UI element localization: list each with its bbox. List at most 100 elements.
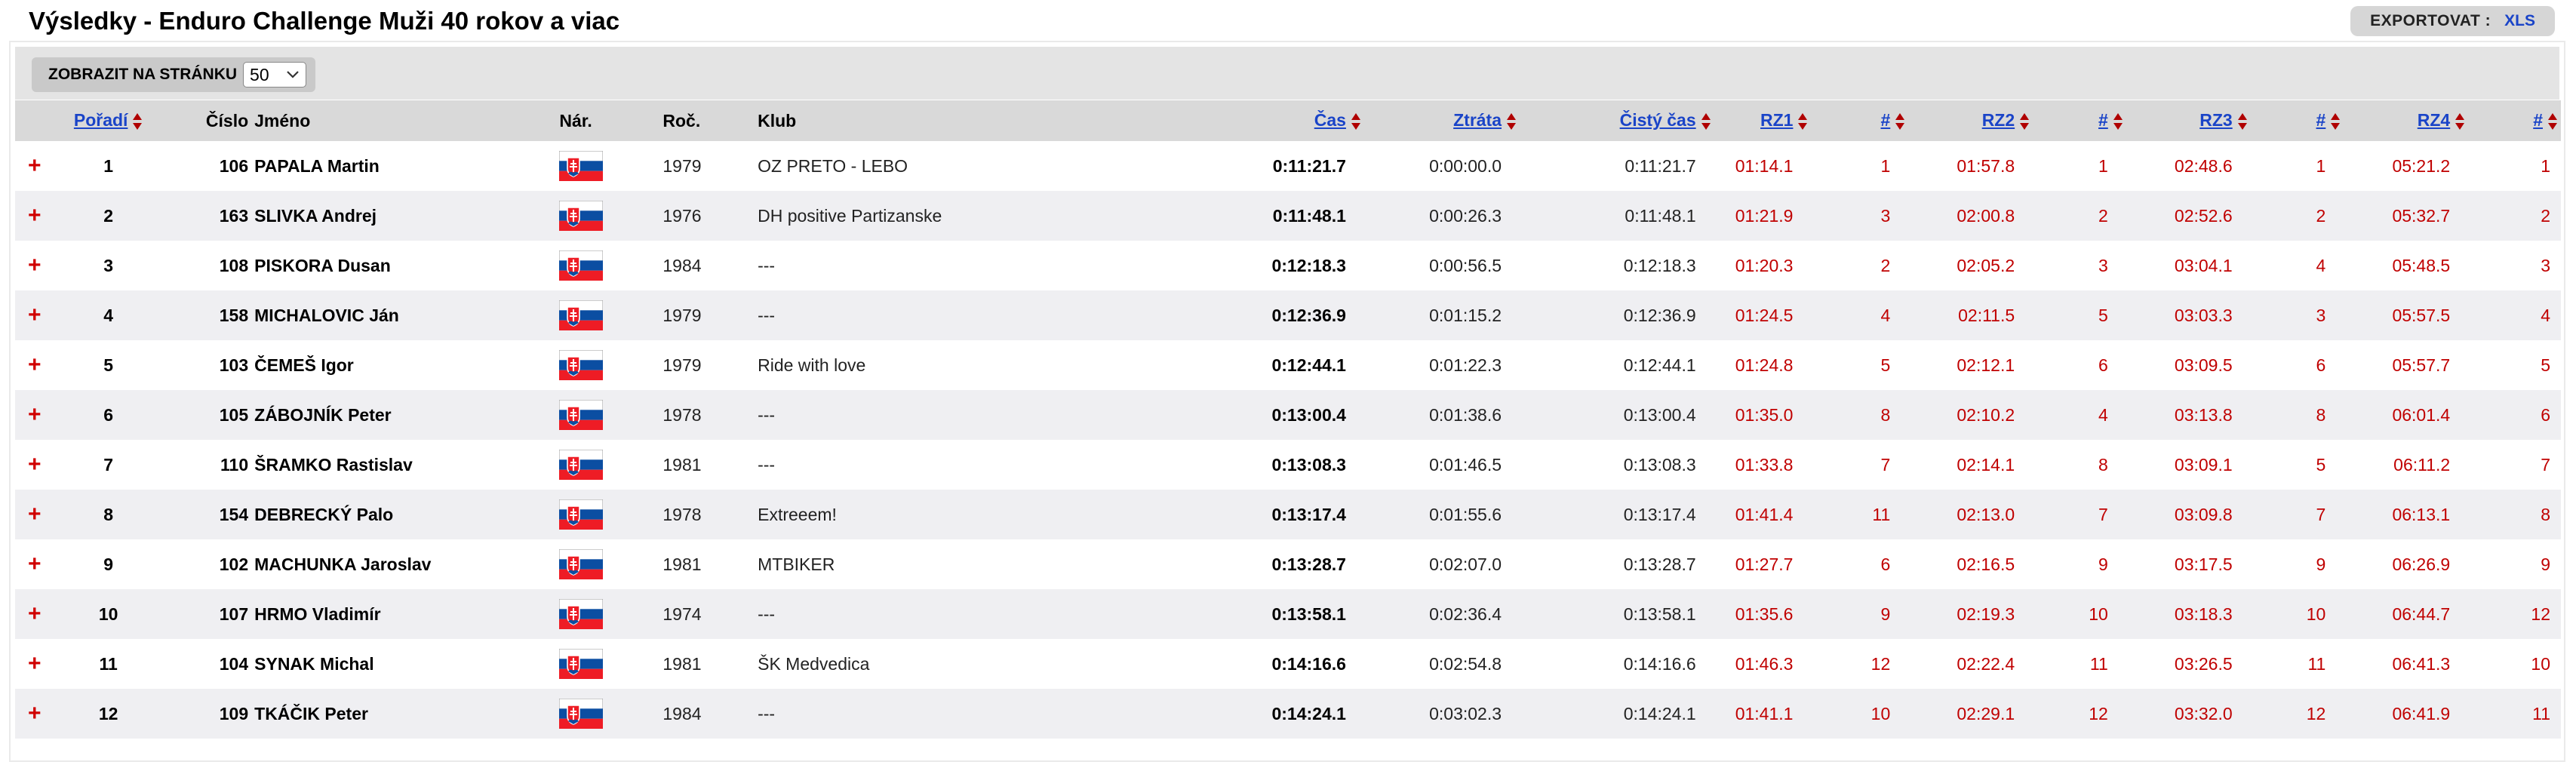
- header-rz3[interactable]: RZ3: [2126, 100, 2251, 141]
- header-jmeno: Jméno: [254, 110, 311, 131]
- export-xls-link[interactable]: XLS: [2504, 12, 2535, 30]
- club-cell: ---: [758, 255, 776, 275]
- expand-cell: +: [15, 490, 54, 539]
- expand-cell: +: [15, 639, 54, 689]
- stage2-rank-cell: 4: [2098, 404, 2108, 425]
- flag-icon: [559, 400, 604, 430]
- flag-icon: [559, 151, 604, 181]
- rider-name-cell: SYNAK Michal: [254, 653, 374, 674]
- sort-arrows-icon[interactable]: [132, 112, 143, 131]
- stage4-time-cell: 06:41.3: [2392, 653, 2451, 674]
- stage2-time-cell: 02:29.1: [1957, 703, 2015, 723]
- expand-row-button[interactable]: +: [28, 253, 41, 278]
- sort-link-n1[interactable]: #: [1880, 110, 1890, 130]
- page-size-select[interactable]: 50: [243, 62, 307, 88]
- expand-row-button[interactable]: +: [28, 452, 41, 477]
- sort-arrows-icon[interactable]: [1351, 112, 1361, 131]
- expand-row-button[interactable]: +: [28, 502, 41, 527]
- expand-row-button[interactable]: +: [28, 153, 41, 178]
- stage1-time-cell: 01:35.6: [1735, 604, 1794, 624]
- expand-row-button[interactable]: +: [28, 352, 41, 377]
- header-n3[interactable]: #: [2251, 100, 2344, 141]
- sort-link-ztrata[interactable]: Ztráta: [1453, 110, 1502, 130]
- header-rz4[interactable]: RZ4: [2344, 100, 2468, 141]
- stage2-rank-cell: 9: [2098, 554, 2108, 574]
- sort-link-cisty[interactable]: Čistý čas: [1620, 110, 1696, 130]
- stage2-time-cell: 02:22.4: [1957, 653, 2015, 674]
- table-row: +3 108 PISKORA Dusan 1984 --- 0:12:18.3 0:00:5…: [15, 241, 2561, 290]
- expand-cell: +: [15, 141, 54, 191]
- stage2-time-cell: 02:10.2: [1957, 404, 2015, 425]
- flag-icon: [559, 201, 604, 231]
- stage3-rank-cell: 8: [2316, 404, 2326, 425]
- expand-row-button[interactable]: +: [28, 551, 41, 576]
- header-poradi[interactable]: Pořadí: [54, 100, 163, 141]
- header-cisty[interactable]: Čistý čas: [1520, 100, 1714, 141]
- sort-link-n2[interactable]: #: [2098, 110, 2108, 130]
- sort-arrows-icon[interactable]: [2113, 112, 2123, 131]
- sort-arrows-icon[interactable]: [2019, 112, 2030, 131]
- sort-link-rz1[interactable]: RZ1: [1760, 110, 1793, 130]
- sort-arrows-icon[interactable]: [2237, 112, 2248, 131]
- rank-cell: 12: [98, 703, 118, 723]
- stage1-time-cell: 01:14.1: [1735, 155, 1794, 176]
- birth-year-cell: 1979: [662, 155, 702, 176]
- stage4-rank-cell: 5: [2541, 355, 2550, 375]
- header-ztrata[interactable]: Ztráta: [1364, 100, 1520, 141]
- sort-link-n3[interactable]: #: [2316, 110, 2326, 130]
- expand-cell: +: [15, 440, 54, 490]
- loss-cell: 0:03:02.3: [1429, 703, 1502, 723]
- stage3-rank-cell: 11: [2307, 653, 2326, 674]
- sort-link-rz4[interactable]: RZ4: [2418, 110, 2450, 130]
- header-n4[interactable]: #: [2468, 100, 2561, 141]
- stage2-time-cell: 02:11.5: [1958, 305, 2015, 325]
- header-cas[interactable]: Čas: [1193, 100, 1364, 141]
- stage2-time-cell: 02:00.8: [1957, 205, 2015, 226]
- expand-row-button[interactable]: +: [28, 303, 41, 327]
- header-rz2[interactable]: RZ2: [1908, 100, 2033, 141]
- sort-arrows-icon[interactable]: [1895, 112, 1905, 131]
- bib-number-cell: 103: [219, 355, 249, 375]
- sort-arrows-icon[interactable]: [2547, 112, 2558, 131]
- stage4-rank-cell: 11: [2532, 703, 2550, 723]
- stage3-time-cell: 03:09.5: [2174, 355, 2233, 375]
- header-n1[interactable]: #: [1811, 100, 1908, 141]
- header-rz1[interactable]: RZ1: [1714, 100, 1812, 141]
- rider-name-cell: ZÁBOJNÍK Peter: [254, 404, 392, 425]
- table-row: +12 109 TKÁČIK Peter 1984 --- 0:14:24.1 0:03:0…: [15, 689, 2561, 739]
- loss-cell: 0:01:46.5: [1429, 454, 1502, 475]
- club-cell: ---: [758, 305, 776, 325]
- sort-arrows-icon[interactable]: [2455, 112, 2465, 131]
- expand-row-button[interactable]: +: [28, 203, 41, 228]
- bib-number-cell: 108: [219, 255, 249, 275]
- expand-row-button[interactable]: +: [28, 601, 41, 626]
- sort-link-n4[interactable]: #: [2533, 110, 2543, 130]
- sort-arrows-icon[interactable]: [1506, 112, 1517, 131]
- sort-arrows-icon[interactable]: [2330, 112, 2341, 131]
- sort-link-rz2[interactable]: RZ2: [1982, 110, 2015, 130]
- expand-cell: +: [15, 589, 54, 639]
- table-row: +2 163 SLIVKA Andrej 1976 DH positive Partiz…: [15, 191, 2561, 241]
- table-row: +9 102 MACHUNKA Jaroslav 1981 MTBIKER 0:13:28…: [15, 539, 2561, 589]
- stage4-rank-cell: 6: [2541, 404, 2550, 425]
- birth-year-cell: 1981: [662, 454, 702, 475]
- expand-row-button[interactable]: +: [28, 701, 41, 726]
- export-label: EXPORTOVAT :: [2370, 12, 2491, 29]
- sort-arrows-icon[interactable]: [1797, 112, 1808, 131]
- net-time-cell: 0:12:44.1: [1623, 355, 1696, 375]
- expand-row-button[interactable]: +: [28, 402, 41, 427]
- table-row: +6 105 ZÁBOJNÍK Peter 1978 --- 0:13:00.4 0:01:…: [15, 390, 2561, 440]
- sort-link-cas[interactable]: Čas: [1314, 110, 1346, 130]
- sort-link-rz3[interactable]: RZ3: [2199, 110, 2232, 130]
- sort-arrows-icon[interactable]: [1701, 112, 1711, 131]
- club-cell: ---: [758, 703, 776, 723]
- sort-link-poradi[interactable]: Pořadí: [74, 110, 128, 130]
- header-n2[interactable]: #: [2033, 100, 2126, 141]
- stage3-time-cell: 03:04.1: [2174, 255, 2233, 275]
- nationality-cell: [559, 440, 662, 490]
- table-row: +4 158 MICHALOVIC Ján 1979 --- 0:12:36.9 0:01:…: [15, 290, 2561, 340]
- birth-year-cell: 1981: [662, 653, 702, 674]
- net-time-cell: 0:13:08.3: [1623, 454, 1696, 475]
- rider-name-cell: PISKORA Dusan: [254, 255, 391, 275]
- expand-row-button[interactable]: +: [28, 651, 41, 676]
